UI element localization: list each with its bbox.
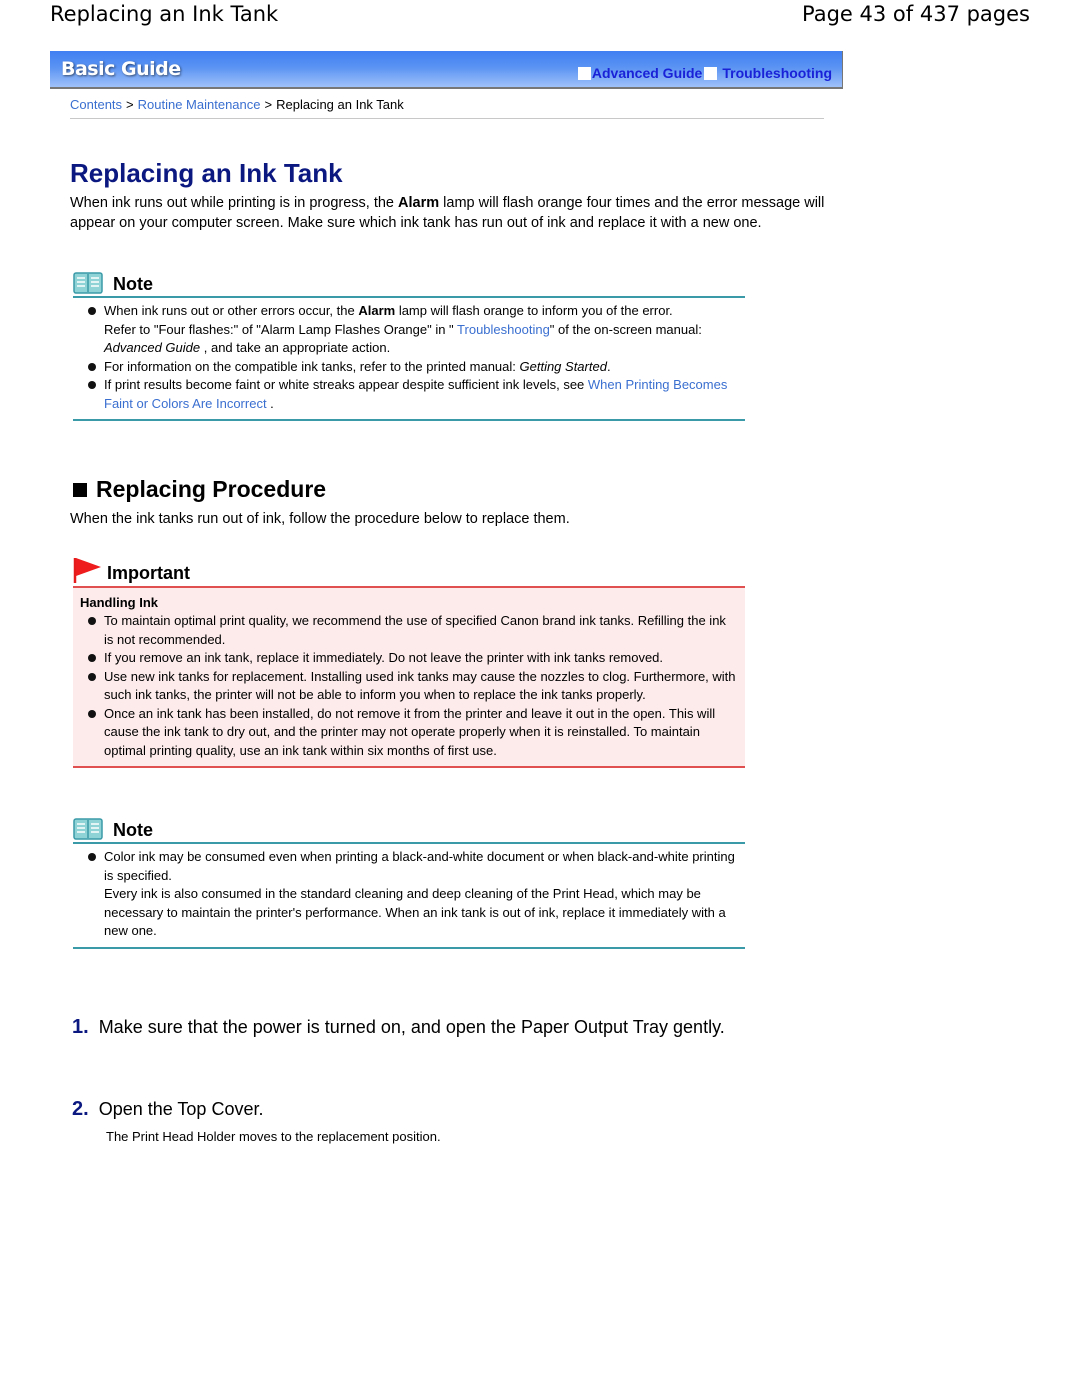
item-text: When ink runs out or other errors occur,…	[104, 303, 359, 318]
bullet-icon	[88, 617, 96, 625]
list-item: If you remove an ink tank, replace it im…	[73, 649, 745, 668]
important-list: To maintain optimal print quality, we re…	[73, 612, 745, 766]
item-text: Use new ink tanks for replacement. Insta…	[104, 668, 736, 703]
bullet-icon	[88, 381, 96, 389]
book-icon	[73, 272, 103, 294]
note-divider	[73, 419, 745, 421]
list-item: Use new ink tanks for replacement. Insta…	[73, 668, 745, 705]
section-intro: When the ink tanks run out of ink, follo…	[70, 511, 570, 527]
white-square-icon	[704, 66, 718, 80]
banner-links: Advanced Guide Troubleshooting	[577, 65, 832, 81]
item-text: .	[266, 395, 274, 411]
guide-banner: Basic Guide Advanced Guide Troubleshooti…	[50, 51, 843, 89]
important-divider	[73, 766, 745, 768]
note-header: Note	[73, 814, 745, 840]
item-text: Every ink is also consumed in the standa…	[104, 886, 726, 938]
item-text: If print results become faint or white s…	[104, 377, 588, 392]
basic-guide-logo: Basic Guide	[61, 58, 181, 80]
step-number: 2.	[72, 1098, 89, 1120]
note-box: Note Color ink may be consumed even when…	[73, 814, 745, 949]
step-2: 2. Open the Top Cover.	[72, 1098, 263, 1121]
advanced-guide-link[interactable]: Advanced Guide	[577, 65, 702, 81]
section-title-text: Replacing Procedure	[96, 476, 327, 502]
important-box: Important Handling Ink To maintain optim…	[73, 557, 745, 768]
note-list: When ink runs out or other errors occur,…	[73, 298, 745, 419]
breadcrumb: Contents > Routine Maintenance > Replacing a…	[70, 97, 824, 119]
item-text: Color ink may be consumed even when prin…	[104, 849, 735, 883]
item-text: To maintain optimal print quality, we re…	[104, 613, 726, 647]
white-square-icon	[577, 66, 591, 80]
intro-text: When ink runs out while printing is in p…	[70, 195, 399, 211]
breadcrumb-separator: >	[264, 97, 273, 112]
note-label: Note	[113, 274, 153, 294]
page-count: Page 43 of 437 pages	[802, 2, 1030, 26]
important-subtitle: Handling Ink	[80, 595, 158, 610]
intro-paragraph: When ink runs out while printing is in p…	[70, 193, 830, 233]
note-box: Note When ink runs out or other errors o…	[73, 268, 745, 421]
black-square-icon	[73, 482, 87, 497]
step-number: 1.	[72, 1016, 89, 1038]
page-header-title: Replacing an Ink Tank	[50, 2, 279, 26]
manual-name: Getting Started	[519, 358, 607, 374]
list-item: When ink runs out or other errors occur,…	[73, 302, 745, 358]
step-text: Make sure that the power is turned on, a…	[98, 1017, 725, 1037]
list-item: To maintain optimal print quality, we re…	[73, 612, 745, 649]
alarm-term: Alarm	[398, 195, 440, 211]
note-list: Color ink may be consumed even when prin…	[73, 844, 745, 947]
red-flag-icon	[73, 558, 101, 583]
item-text: .	[606, 358, 611, 374]
step-2-detail: The Print Head Holder moves to the repla…	[106, 1129, 441, 1144]
important-header: Important	[73, 557, 745, 583]
step-1: 1. Make sure that the power is turned on…	[72, 1016, 725, 1039]
advanced-guide-label[interactable]: Advanced Guide	[592, 65, 702, 81]
breadcrumb-routine-maintenance[interactable]: Routine Maintenance	[138, 97, 261, 112]
list-item: Color ink may be consumed even when prin…	[73, 848, 745, 941]
breadcrumb-separator: >	[126, 97, 134, 112]
item-text: For information on the compatible ink ta…	[104, 358, 520, 374]
bullet-icon	[88, 307, 96, 315]
item-text: Refer to "Four flashes:" of "Alarm Lamp …	[104, 321, 458, 337]
breadcrumb-current: Replacing an Ink Tank	[276, 97, 404, 112]
troubleshooting-label[interactable]: Troubleshooting	[722, 65, 832, 81]
page-title: Replacing an Ink Tank	[70, 158, 343, 188]
list-item: Once an ink tank has been installed, do …	[73, 705, 745, 761]
item-text: Once an ink tank has been installed, do …	[104, 705, 716, 758]
troubleshooting-inline-link[interactable]: Troubleshooting	[457, 322, 550, 337]
list-item: For information on the compatible ink ta…	[73, 358, 745, 377]
manual-name: Advanced Guide	[104, 340, 201, 355]
item-text: lamp will flash orange to inform you of …	[395, 303, 673, 318]
note-header: Note	[73, 268, 745, 294]
section-title: Replacing Procedure	[73, 476, 326, 503]
important-label: Important	[107, 563, 190, 583]
bullet-icon	[88, 709, 96, 718]
breadcrumb-contents[interactable]: Contents	[70, 97, 122, 112]
list-item: If print results become faint or white s…	[73, 376, 745, 413]
note-label: Note	[113, 820, 153, 840]
bullet-icon	[88, 654, 96, 662]
bullet-icon	[88, 853, 96, 861]
bullet-icon	[88, 672, 96, 681]
important-body: Handling Ink To maintain optimal print q…	[73, 588, 745, 766]
troubleshooting-link[interactable]: Troubleshooting	[704, 65, 832, 81]
bullet-icon	[88, 362, 96, 371]
book-icon	[73, 818, 103, 840]
note-divider	[73, 946, 745, 949]
item-text: If you remove an ink tank, replace it im…	[104, 650, 664, 665]
step-text: Open the Top Cover.	[98, 1099, 264, 1119]
item-text: " of the on-screen manual:	[549, 321, 702, 337]
item-text: , and take an appropriate action.	[200, 340, 391, 355]
alarm-term: Alarm	[358, 303, 396, 318]
